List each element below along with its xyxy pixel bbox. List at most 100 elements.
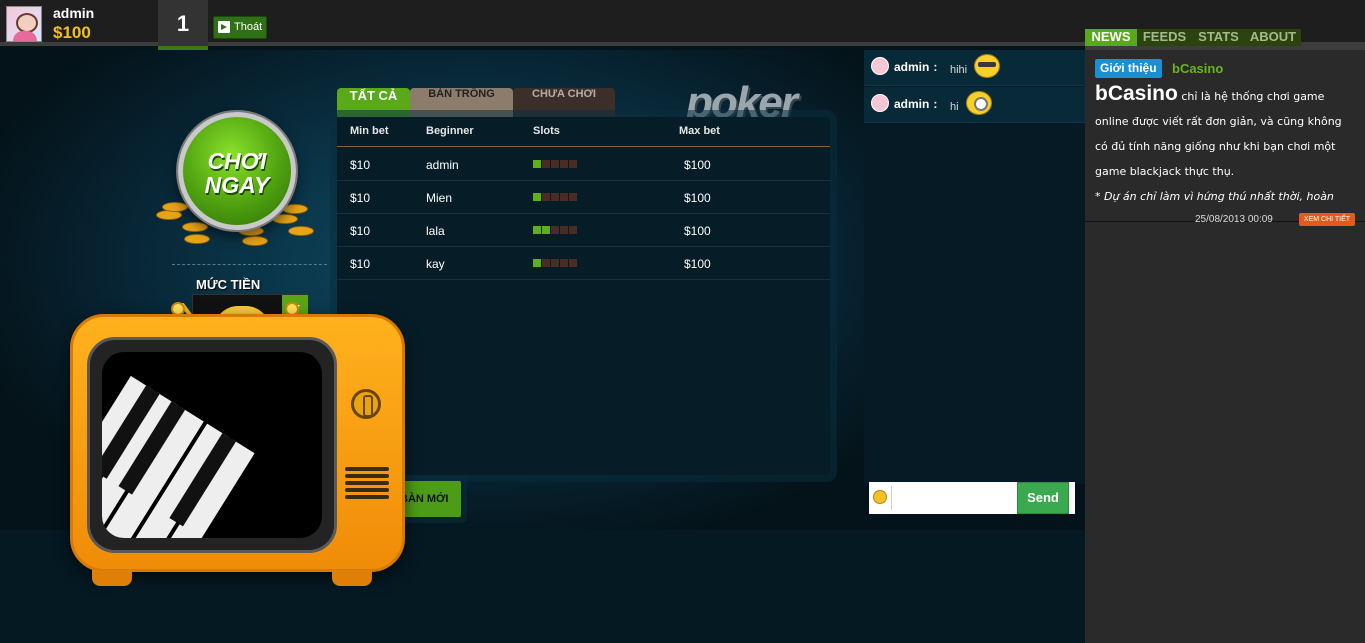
tab-all[interactable]: TẤT CẢ bbox=[337, 88, 410, 118]
coin-icon bbox=[282, 204, 308, 214]
room-table: Min bet Beginner Slots Max bet $10 admin $… bbox=[337, 117, 830, 475]
tab-not-played[interactable]: CHƯA CHƠI bbox=[513, 88, 615, 118]
slot-empty bbox=[551, 193, 559, 201]
coin-icon bbox=[184, 234, 210, 244]
play-now-area: CHƠI NGAY bbox=[152, 110, 322, 250]
level-indicator: 1 bbox=[158, 0, 208, 50]
coin-icon bbox=[242, 236, 268, 246]
row-max-bet: $100 bbox=[684, 257, 711, 271]
news-category-badge[interactable]: Giới thiệu bbox=[1095, 59, 1162, 78]
logout-button[interactable]: Thoát bbox=[213, 16, 267, 39]
column-max-bet: Max bet bbox=[679, 125, 720, 137]
avatar[interactable] bbox=[871, 57, 889, 75]
table-row[interactable]: $10 lala $100 bbox=[337, 214, 830, 247]
tv-controls bbox=[345, 337, 395, 553]
avatar[interactable] bbox=[871, 94, 889, 112]
news-brand: bCasino bbox=[1095, 82, 1178, 105]
balance: $100 bbox=[53, 23, 91, 42]
chat-username[interactable]: admin: bbox=[894, 97, 937, 111]
column-beginner: Beginner bbox=[426, 125, 474, 137]
tv-illustration bbox=[64, 302, 409, 633]
tv-screen bbox=[102, 352, 322, 538]
slot-empty bbox=[569, 226, 577, 234]
chat-input[interactable] bbox=[891, 486, 1015, 510]
slot-empty bbox=[542, 193, 550, 201]
row-max-bet: $100 bbox=[684, 191, 711, 205]
slot-empty bbox=[560, 160, 568, 168]
chat-username-text: admin bbox=[894, 60, 930, 74]
slot-filled bbox=[533, 226, 541, 234]
divider bbox=[172, 264, 327, 265]
chat-separator: : bbox=[933, 60, 938, 74]
column-slots: Slots bbox=[533, 125, 560, 137]
slot-filled bbox=[542, 226, 550, 234]
table-row[interactable]: $10 Mien $100 bbox=[337, 181, 830, 214]
slots-indicator bbox=[533, 226, 578, 234]
slot-filled bbox=[533, 160, 541, 168]
tv-dial-icon bbox=[351, 389, 381, 419]
coin-icon bbox=[162, 202, 188, 212]
slot-empty bbox=[569, 160, 577, 168]
row-max-bet: $100 bbox=[684, 158, 711, 172]
tv-speaker-grill bbox=[345, 467, 389, 507]
slot-empty bbox=[551, 160, 559, 168]
minion-emoticon bbox=[966, 91, 992, 115]
news-item: Giới thiệu bCasino bCasino chỉ là hệ thố… bbox=[1085, 50, 1365, 226]
slots-indicator bbox=[533, 193, 578, 201]
column-min-bet: Min bet bbox=[350, 125, 389, 137]
news-source[interactable]: bCasino bbox=[1172, 61, 1223, 76]
chat-text: hihi bbox=[950, 64, 968, 76]
read-more-button[interactable]: XEM CHI TIẾT bbox=[1299, 213, 1355, 226]
play-label-line1: CHƠI bbox=[207, 148, 267, 174]
slot-empty bbox=[560, 259, 568, 267]
play-now-button[interactable]: CHƠI NGAY bbox=[178, 112, 296, 230]
money-level-label: MỨC TIỀN bbox=[196, 277, 261, 292]
play-label-line2: NGAY bbox=[204, 172, 270, 198]
row-beginner: admin bbox=[426, 158, 459, 172]
chat-message: admin: hihi bbox=[864, 50, 1085, 86]
table-row[interactable]: $10 kay $100 bbox=[337, 247, 830, 280]
coin-icon bbox=[272, 214, 298, 224]
slot-empty bbox=[551, 259, 559, 267]
chat-username[interactable]: admin: bbox=[894, 60, 937, 74]
tab-empty-tables[interactable]: BÀN TRỐNG bbox=[410, 88, 513, 118]
chat-message: admin: hi bbox=[864, 87, 1085, 123]
slot-empty bbox=[542, 259, 550, 267]
slots-indicator bbox=[533, 160, 578, 168]
news-body: bCasino chỉ là hệ thống chơi game online… bbox=[1095, 82, 1357, 210]
smiley-icon[interactable] bbox=[873, 490, 887, 504]
table-header: Min bet Beginner Slots Max bet bbox=[337, 117, 830, 147]
slot-filled bbox=[533, 193, 541, 201]
coin-icon bbox=[288, 226, 314, 236]
news-date: 25/08/2013 00:09 bbox=[1195, 214, 1273, 225]
row-min-bet: $10 bbox=[350, 224, 371, 238]
exit-icon bbox=[218, 21, 230, 33]
piano-keys-icon bbox=[102, 375, 255, 538]
tv-body bbox=[70, 314, 405, 572]
sunglasses-emoticon bbox=[974, 54, 1000, 78]
chat-input-bar: Send bbox=[869, 482, 1075, 514]
slot-empty bbox=[551, 226, 559, 234]
tv-bezel bbox=[87, 337, 337, 553]
row-min-bet: $10 bbox=[350, 257, 371, 271]
slot-filled bbox=[533, 259, 541, 267]
row-min-bet: $10 bbox=[350, 158, 371, 172]
slots-indicator bbox=[533, 259, 578, 267]
news-note: * Dự án chỉ làm vì hứng thú nhất thời, h… bbox=[1095, 190, 1334, 203]
row-beginner: kay bbox=[426, 257, 445, 271]
table-row[interactable]: $10 admin $100 bbox=[337, 148, 830, 181]
chat-panel: admin: hihi admin: hi bbox=[864, 50, 1085, 484]
avatar[interactable] bbox=[6, 6, 42, 42]
chat-username-text: admin bbox=[894, 97, 930, 111]
username: admin bbox=[53, 5, 95, 21]
slot-empty bbox=[560, 193, 568, 201]
chat-separator: : bbox=[933, 97, 938, 111]
coin-icon bbox=[182, 222, 208, 232]
row-max-bet: $100 bbox=[684, 224, 711, 238]
chat-text: hi bbox=[950, 101, 959, 113]
slot-empty bbox=[560, 226, 568, 234]
row-beginner: Mien bbox=[426, 191, 453, 205]
slot-empty bbox=[569, 193, 577, 201]
send-button[interactable]: Send bbox=[1017, 482, 1069, 514]
row-beginner: lala bbox=[426, 224, 445, 238]
